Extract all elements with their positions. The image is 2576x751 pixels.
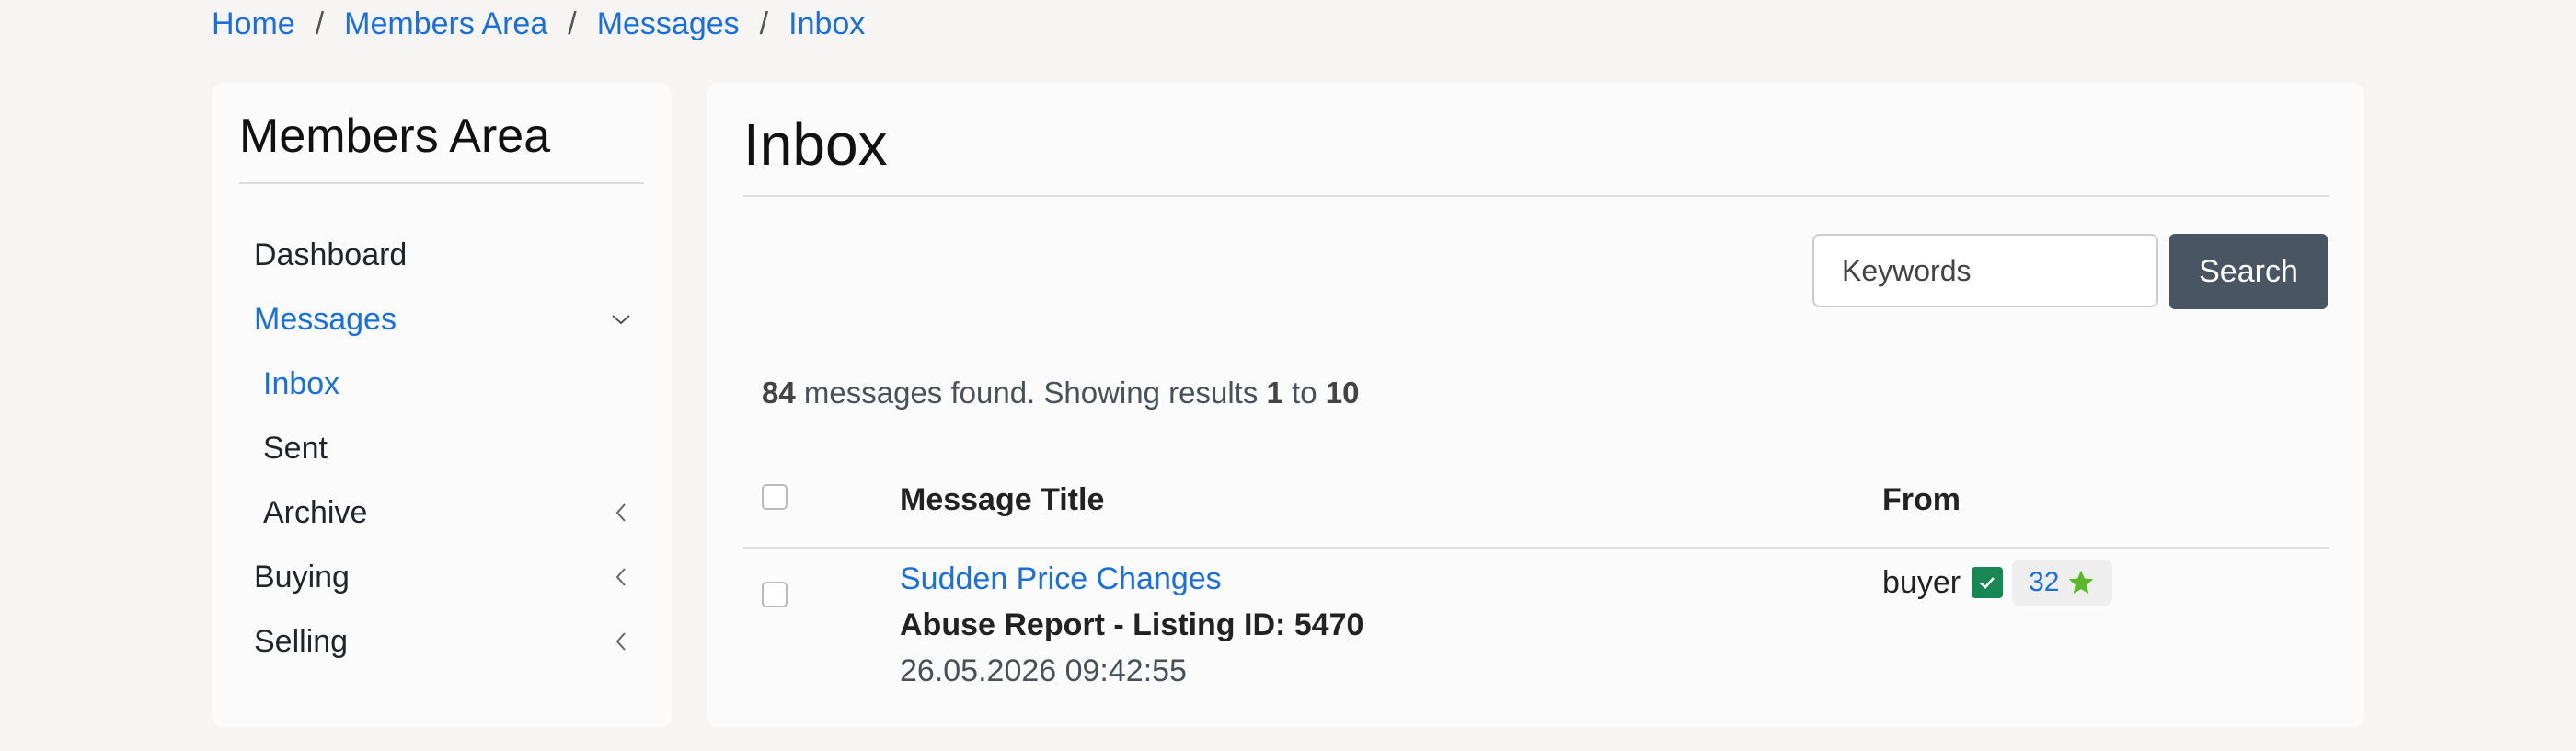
title-divider: [743, 195, 2329, 197]
sidebar-item-label: Buying: [254, 559, 350, 595]
sidebar-item-dashboard[interactable]: Dashboard: [254, 227, 635, 283]
column-header-title[interactable]: Message Title: [900, 482, 1104, 518]
sidebar-item-sent[interactable]: Sent: [263, 421, 635, 476]
sidebar: Members Area Dashboard Messages Inbox Se…: [212, 83, 672, 727]
column-header-from[interactable]: From: [1882, 482, 1961, 518]
star-icon: [2066, 568, 2096, 597]
sidebar-item-buying[interactable]: Buying: [254, 549, 635, 605]
verified-check-icon: [1972, 567, 2004, 598]
breadcrumb-separator: /: [759, 6, 769, 41]
table-header: Message Title From: [743, 469, 2329, 549]
sidebar-item-inbox[interactable]: Inbox: [263, 356, 635, 411]
main-panel: Inbox Search 84 messages found. Showing …: [707, 83, 2364, 727]
sidebar-item-label: Messages: [254, 301, 397, 337]
sidebar-item-label: Sent: [263, 430, 328, 466]
sidebar-item-label: Inbox: [263, 365, 340, 401]
breadcrumb: Home / Members Area / Messages / Inbox: [212, 0, 865, 48]
select-all-checkbox[interactable]: [762, 484, 788, 510]
page-title: Inbox: [743, 111, 888, 178]
sidebar-item-messages[interactable]: Messages: [254, 292, 635, 347]
sidebar-item-selling[interactable]: Selling: [254, 614, 635, 669]
search-input[interactable]: [1812, 234, 2158, 307]
results-total: 84: [762, 376, 796, 410]
chevron-down-icon: [607, 306, 635, 333]
chevron-left-icon: [607, 628, 635, 655]
results-text: messages found. Showing results: [803, 376, 1259, 410]
results-summary: 84 messages found. Showing results 1 to …: [762, 376, 1359, 410]
sidebar-item-label: Dashboard: [254, 237, 408, 272]
sidebar-item-archive[interactable]: Archive: [263, 485, 635, 540]
message-date: 26.05.2026 09:42:55: [900, 653, 1187, 688]
sidebar-item-label: Archive: [263, 494, 368, 530]
results-to: 10: [1325, 376, 1360, 410]
breadcrumb-inbox[interactable]: Inbox: [788, 6, 865, 42]
results-text: to: [1292, 376, 1317, 410]
chevron-left-icon: [607, 563, 635, 591]
sidebar-title: Members Area: [239, 110, 551, 163]
breadcrumb-separator: /: [315, 6, 325, 41]
message-from: buyer 32: [1882, 560, 2113, 606]
feedback-rating-badge[interactable]: 32: [2012, 560, 2113, 606]
message-subject: Abuse Report - Listing ID: 5470: [900, 607, 1364, 642]
breadcrumb-messages[interactable]: Messages: [597, 6, 740, 42]
sidebar-item-label: Selling: [254, 623, 349, 659]
breadcrumb-members-area[interactable]: Members Area: [344, 6, 547, 42]
breadcrumb-home[interactable]: Home: [212, 6, 295, 42]
search-button[interactable]: Search: [2169, 234, 2328, 309]
sidebar-divider: [239, 182, 644, 184]
results-from: 1: [1266, 376, 1283, 410]
row-checkbox[interactable]: [762, 582, 788, 607]
table-row: Sudden Price Changes Abuse Report - List…: [743, 549, 2329, 751]
breadcrumb-separator: /: [568, 6, 577, 41]
feedback-score: 32: [2029, 567, 2060, 597]
chevron-left-icon: [607, 499, 635, 526]
message-title-link[interactable]: Sudden Price Changes: [900, 561, 1222, 597]
sender-username: buyer: [1882, 564, 1961, 600]
